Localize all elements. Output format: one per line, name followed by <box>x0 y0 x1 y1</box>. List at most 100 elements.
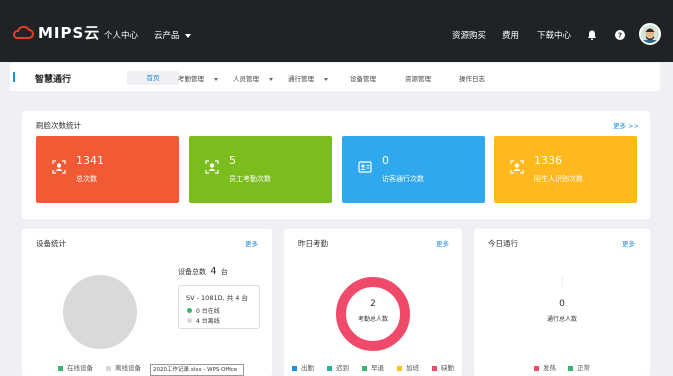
module-title: 智慧通行 <box>35 75 72 85</box>
avatar-icon <box>641 25 659 43</box>
normal-square-icon <box>568 365 573 371</box>
legend-offline-devices[interactable]: 离线设备 <box>106 362 141 372</box>
legend-late[interactable]: 迟到 <box>327 362 349 372</box>
stat-visitor-label: 访客通行次数 <box>382 175 424 183</box>
legend-early-leave[interactable]: 早退 <box>362 362 384 372</box>
traffic-center-value: 0 <box>559 299 565 309</box>
svg-text:?: ? <box>618 32 622 40</box>
chevron-down-icon <box>269 77 273 81</box>
legend-online-devices[interactable]: 在线设备 <box>58 362 93 372</box>
nav-resource-purchase[interactable]: 资源购买 <box>452 29 486 41</box>
device-model-box: SV - 1081D, 共 4 台 0 台在线 4 台离线 <box>178 285 260 329</box>
present-square-icon <box>292 365 297 371</box>
top-navbar: MIPS云 个人中心 云产品 资源购买 费用 下载中心 ? <box>0 0 673 62</box>
face-stats-more-link[interactable]: 更多 >> <box>613 120 639 130</box>
traffic-center-label: 通行总人数 <box>546 316 577 323</box>
device-more-link[interactable]: 更多 <box>245 238 258 248</box>
tab-access-label: 通行管理 <box>288 75 314 83</box>
device-total: 设备总数 4 台 <box>178 266 228 277</box>
help-icon[interactable]: ? <box>614 29 626 41</box>
device-total-unit: 台 <box>220 268 228 276</box>
online-square-icon <box>58 365 63 371</box>
cloud-logo-icon <box>13 25 34 39</box>
nav-personal-center[interactable]: 个人中心 <box>104 29 138 41</box>
legend-normal-label: 正常 <box>577 364 590 372</box>
chevron-down-icon <box>324 77 328 81</box>
device-total-label: 设备总数 <box>178 268 206 276</box>
stat-employee-value: 5 <box>229 154 236 167</box>
tab-personnel-label: 人员管理 <box>233 75 259 83</box>
logo[interactable]: MIPS云 <box>12 22 100 43</box>
attendance-center-value: 2 <box>370 299 376 309</box>
online-dot-icon <box>187 308 192 313</box>
absent-square-icon <box>432 365 437 371</box>
legend-absent-label: 缺勤 <box>441 364 454 372</box>
legend-fever[interactable]: 发热 <box>534 362 556 372</box>
employee-icon <box>205 160 219 174</box>
device-pie-chart <box>63 275 137 349</box>
tab-attendance-label: 考勤管理 <box>178 75 204 83</box>
device-offline-text: 4 台离线 <box>196 318 220 325</box>
legend-present[interactable]: 出勤 <box>292 362 314 372</box>
device-total-value: 4 <box>210 266 217 277</box>
offline-dot-icon <box>187 318 192 323</box>
bell-icon[interactable] <box>586 29 598 41</box>
stat-visitor[interactable]: 0 访客通行次数 <box>342 136 485 203</box>
stat-employee[interactable]: 5 员工考勤次数 <box>189 136 332 203</box>
legend-present-label: 出勤 <box>301 364 314 372</box>
traffic-title: 今日通行 <box>488 239 518 248</box>
attendance-more-link[interactable]: 更多 <box>436 238 449 248</box>
nav-fees[interactable]: 费用 <box>502 29 519 41</box>
fever-square-icon <box>534 365 539 371</box>
module-tabbar: 智慧通行 首页 考勤管理 人员管理 通行管理 设备管理 资源管理 操作日志 <box>10 63 660 91</box>
attendance-center-label: 考勤总人数 <box>357 316 388 323</box>
tab-operation-log[interactable]: 操作日志 <box>459 73 485 83</box>
chevron-down-icon <box>214 77 218 81</box>
tab-devices[interactable]: 设备管理 <box>350 73 376 83</box>
tab-access[interactable]: 通行管理 <box>288 73 328 83</box>
user-face-icon <box>52 160 66 174</box>
offline-square-icon <box>106 365 111 371</box>
nav-cloud-products[interactable]: 云产品 <box>154 29 191 41</box>
legend-absent[interactable]: 缺勤 <box>432 362 454 372</box>
device-online-text: 0 台在线 <box>196 308 220 315</box>
title-accent-bar <box>13 72 15 82</box>
late-square-icon <box>327 365 332 371</box>
attendance-title: 昨日考勤 <box>298 239 328 248</box>
legend-late-label: 迟到 <box>336 364 349 372</box>
stat-stranger-label: 陌生人识别次数 <box>534 175 583 183</box>
stat-total[interactable]: 1341 总次数 <box>36 136 179 203</box>
traffic-more-link[interactable]: 更多 <box>622 238 635 248</box>
nav-cloud-products-label: 云产品 <box>154 31 180 41</box>
tab-personnel[interactable]: 人员管理 <box>233 73 273 83</box>
legend-normal[interactable]: 正常 <box>568 362 590 372</box>
device-offline-row: 4 台离线 <box>187 316 220 325</box>
tab-home[interactable]: 首页 <box>127 71 179 85</box>
legend-offline-label: 离线设备 <box>115 364 141 372</box>
tab-attendance[interactable]: 考勤管理 <box>178 73 218 83</box>
nav-download-center[interactable]: 下载中心 <box>537 29 571 41</box>
legend-overtime[interactable]: 加班 <box>397 362 419 372</box>
legend-online-label: 在线设备 <box>67 364 93 372</box>
tab-resources[interactable]: 资源管理 <box>405 73 431 83</box>
face-stats-title: 刷脸次数统计 <box>36 121 81 130</box>
stat-employee-label: 员工考勤次数 <box>229 175 271 183</box>
legend-fever-label: 发热 <box>543 364 556 372</box>
stat-total-value: 1341 <box>76 154 104 167</box>
legend-early-leave-label: 早退 <box>371 364 384 372</box>
device-stats-title: 设备统计 <box>36 239 66 248</box>
traffic-chart-tick <box>562 276 563 286</box>
stat-stranger[interactable]: 1336 陌生人识别次数 <box>494 136 637 203</box>
chevron-down-icon <box>184 33 191 38</box>
stranger-icon <box>510 160 524 174</box>
legend-overtime-label: 加班 <box>406 364 419 372</box>
logo-text: MIPS云 <box>38 24 101 42</box>
stat-visitor-value: 0 <box>382 154 389 167</box>
stat-stranger-value: 1336 <box>534 154 562 167</box>
visitor-icon <box>358 161 372 173</box>
early-leave-square-icon <box>362 365 367 371</box>
device-online-row: 0 台在线 <box>187 306 220 315</box>
taskbar-window-item[interactable]: 2020工作记录.xlsx - WPS Office <box>150 364 244 376</box>
device-model-line: SV - 1081D, 共 4 台 <box>186 294 248 302</box>
user-avatar[interactable] <box>639 23 661 45</box>
